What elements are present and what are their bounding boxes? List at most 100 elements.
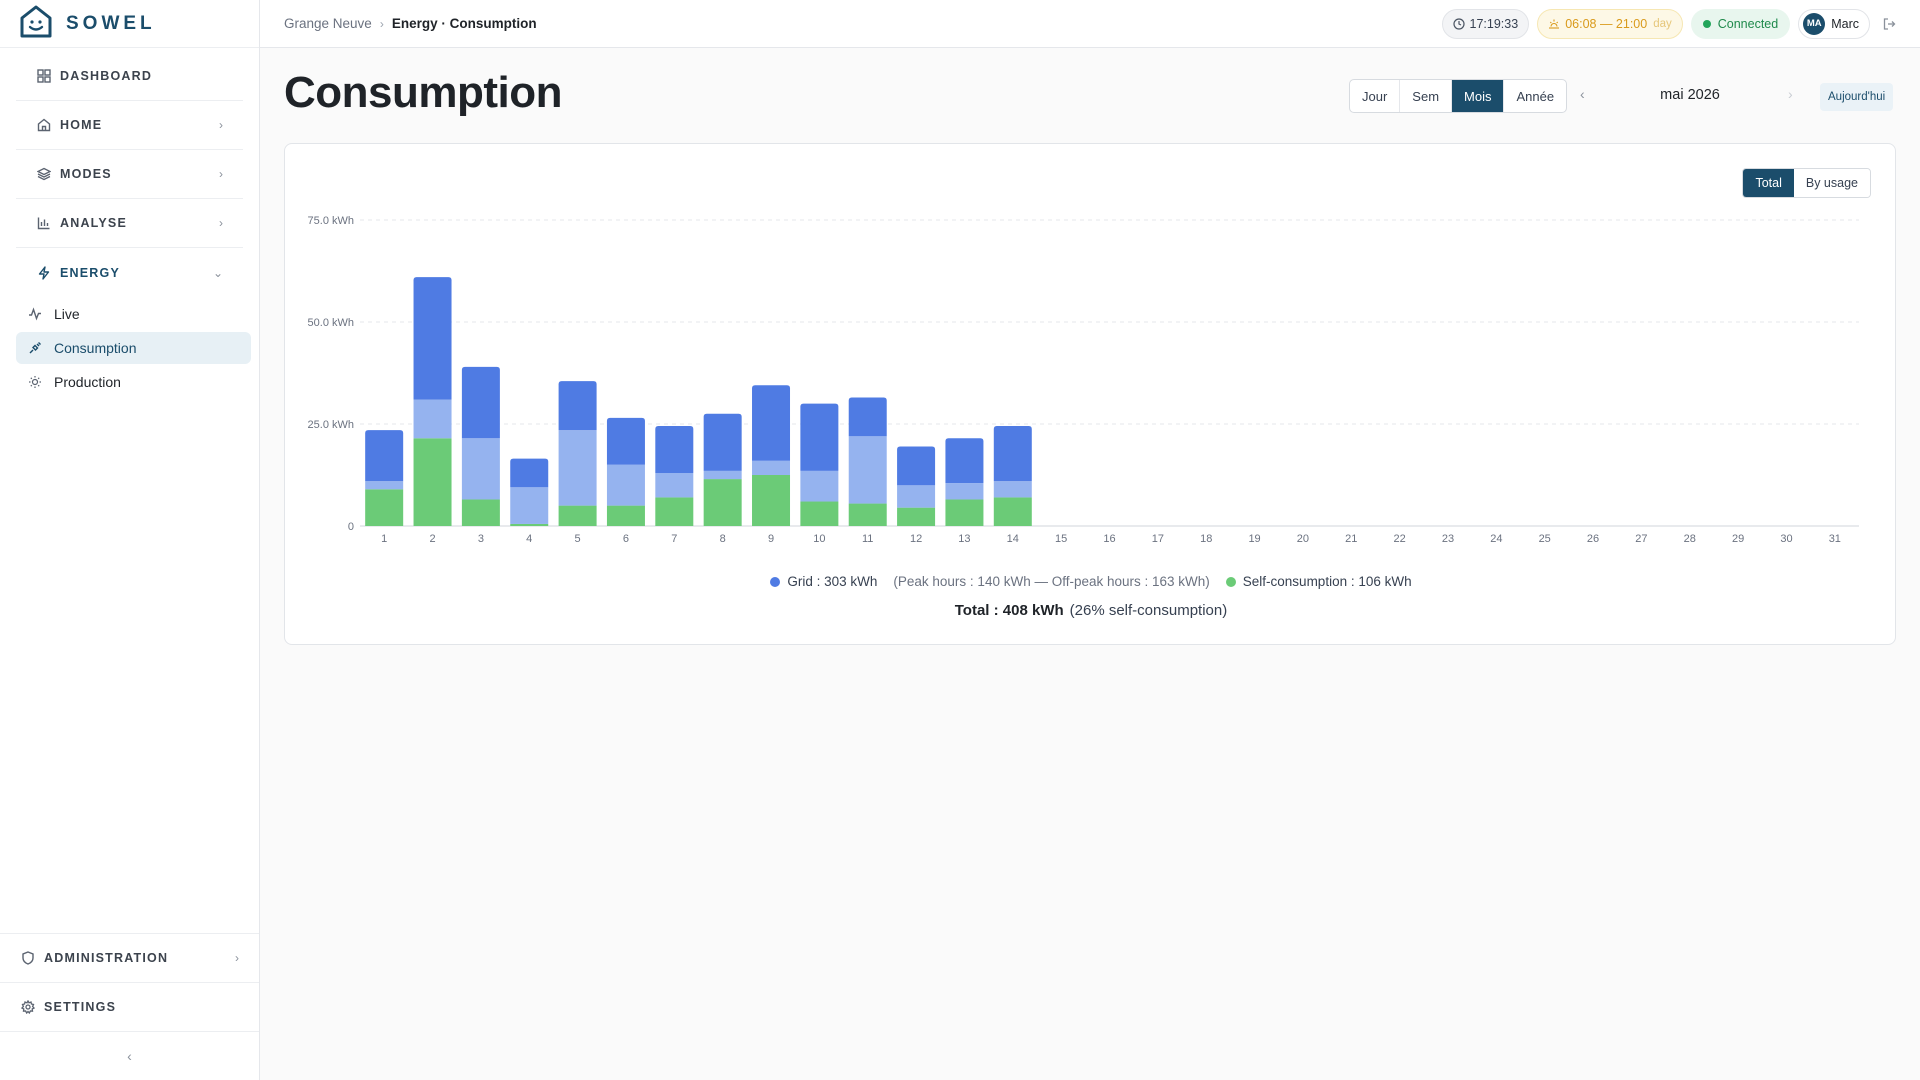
x-tick-label: 26 bbox=[1587, 533, 1599, 545]
sidebar-item-analyse[interactable]: ANALYSE › bbox=[16, 199, 243, 248]
sidebar-item-label: SETTINGS bbox=[44, 1000, 117, 1014]
x-tick-label: 16 bbox=[1103, 533, 1115, 545]
chevron-right-icon: › bbox=[235, 951, 239, 965]
topbar: Grange Neuve › Energy · Consumption 17:1… bbox=[260, 0, 1920, 48]
sunrise-icon bbox=[1548, 18, 1560, 30]
consumption-bar-chart: 025.0 kWh50.0 kWh75.0 kWh1 2 3 4 5 6 7 8 9 10 11 12… bbox=[308, 215, 1859, 545]
bar-segment-self-consumption bbox=[848, 503, 887, 526]
x-tick-label: 31 bbox=[1829, 533, 1841, 545]
bar-segment-self-consumption bbox=[945, 499, 984, 526]
bar-segment-peak bbox=[945, 438, 984, 484]
connection-status-badge: Connected bbox=[1690, 8, 1791, 39]
sun-icon bbox=[28, 375, 42, 389]
sidebar-item-dashboard[interactable]: DASHBOARD bbox=[16, 52, 243, 101]
bar-segment-offpeak bbox=[800, 470, 839, 502]
x-tick-label: 25 bbox=[1539, 533, 1551, 545]
bar-segment-self-consumption bbox=[897, 507, 936, 526]
sidebar-subitem-live[interactable]: Live bbox=[16, 298, 251, 330]
user-name: Marc bbox=[1831, 16, 1859, 31]
bar-segment-peak bbox=[897, 446, 936, 486]
sidebar-item-administration[interactable]: ADMINISTRATION › bbox=[0, 933, 259, 982]
total-summary: Total : 408 kWh (26% self-consumption) bbox=[285, 602, 1897, 619]
x-tick-label: 13 bbox=[958, 533, 970, 545]
sidebar-item-label: MODES bbox=[60, 167, 112, 181]
breadcrumb-current: Energy · Consumption bbox=[391, 16, 537, 31]
user-menu[interactable]: MA Marc bbox=[1798, 8, 1870, 39]
daylight-hours: 06:08 — 21:00 bbox=[1565, 16, 1648, 31]
bar-segment-offpeak bbox=[510, 487, 549, 524]
bar-segment-peak bbox=[655, 426, 694, 473]
sidebar-subitem-label: Production bbox=[54, 374, 121, 390]
gear-icon bbox=[20, 999, 36, 1015]
sidebar-subitem-consumption[interactable]: Consumption bbox=[16, 332, 251, 364]
x-tick-label: 30 bbox=[1780, 533, 1792, 545]
breadcrumb-separator-icon: › bbox=[379, 16, 384, 31]
legend-self-label: Self-consumption : 106 kWh bbox=[1242, 574, 1412, 589]
bar-segment-offpeak bbox=[655, 472, 694, 498]
connection-status: Connected bbox=[1717, 16, 1779, 31]
x-tick-label: 7 bbox=[671, 533, 677, 545]
x-tick-label: 3 bbox=[478, 533, 484, 545]
bar-segment-self-consumption bbox=[510, 523, 549, 526]
period-week-button[interactable]: Sem bbox=[1400, 80, 1453, 112]
sidebar-item-home[interactable]: HOME › bbox=[16, 101, 243, 150]
bar-segment-peak bbox=[800, 403, 839, 471]
chevron-right-icon: › bbox=[219, 118, 223, 132]
consumption-chart-card: Total By usage 0 25.0 kWh 50.0 kWh 75.0 kWh… bbox=[284, 143, 1896, 645]
bar-segment-self-consumption bbox=[606, 505, 645, 526]
sidebar-subitem-production[interactable]: Production bbox=[16, 366, 251, 398]
sidebar-item-modes[interactable]: MODES › bbox=[16, 150, 243, 199]
x-tick-label: 23 bbox=[1442, 533, 1454, 545]
bar-segment-peak bbox=[510, 458, 549, 488]
sidebar-item-label: DASHBOARD bbox=[60, 69, 153, 83]
x-tick-label: 4 bbox=[526, 533, 532, 545]
next-period-icon[interactable]: › bbox=[1788, 86, 1793, 102]
sidebar-item-settings[interactable]: SETTINGS bbox=[0, 982, 259, 1031]
period-year-button[interactable]: Année bbox=[1504, 80, 1566, 112]
period-day-button[interactable]: Jour bbox=[1350, 80, 1401, 112]
today-button[interactable]: Aujourd'hui bbox=[1820, 83, 1894, 111]
x-tick-label: 11 bbox=[862, 533, 873, 545]
legend-self-swatch bbox=[1225, 576, 1236, 587]
logout-icon[interactable] bbox=[1882, 17, 1896, 31]
x-tick-label: 28 bbox=[1684, 533, 1696, 545]
bar-segment-peak bbox=[752, 385, 791, 461]
grid-icon bbox=[36, 68, 52, 84]
bar-segment-offpeak bbox=[945, 483, 984, 500]
page-title: Consumption bbox=[284, 68, 563, 117]
bar-segment-peak bbox=[848, 397, 887, 437]
status-dot-icon bbox=[1702, 19, 1711, 28]
y-tick-label: 75.0 kWh bbox=[308, 215, 354, 227]
layers-icon bbox=[36, 166, 52, 182]
current-time: 17:19:33 bbox=[1469, 16, 1519, 31]
x-tick-label: 21 bbox=[1345, 533, 1357, 545]
x-tick-label: 18 bbox=[1200, 533, 1212, 545]
sidebar-item-label: HOME bbox=[60, 118, 103, 132]
bar-segment-peak bbox=[993, 426, 1032, 482]
x-tick-label: 14 bbox=[1007, 533, 1019, 545]
previous-period-icon[interactable]: ‹ bbox=[1580, 86, 1585, 102]
period-label: mai 2026 bbox=[1660, 87, 1720, 103]
y-tick-label: 25.0 kWh bbox=[308, 419, 354, 431]
chevron-right-icon: › bbox=[219, 167, 223, 181]
bar-segment-peak bbox=[413, 277, 452, 400]
collapse-sidebar-button[interactable]: ‹ bbox=[0, 1031, 259, 1080]
legend-grid-label: Grid : 303 kWh bbox=[787, 574, 878, 589]
bar-segment-offpeak bbox=[703, 470, 742, 480]
shield-icon bbox=[20, 950, 36, 966]
sidebar-item-energy[interactable]: ENERGY ⌄ bbox=[16, 248, 243, 297]
period-month-button[interactable]: Mois bbox=[1452, 80, 1505, 112]
bar-segment-self-consumption bbox=[365, 489, 404, 526]
sidebar-bottom: ADMINISTRATION › SETTINGS ‹ bbox=[0, 933, 259, 1080]
bar-segment-self-consumption bbox=[461, 499, 500, 526]
bolt-icon bbox=[36, 265, 52, 281]
breadcrumb-home[interactable]: Grange Neuve bbox=[284, 16, 372, 31]
x-tick-label: 1 bbox=[381, 533, 387, 545]
y-tick-label: 50.0 kWh bbox=[308, 317, 354, 329]
legend-grid-detail: (Peak hours : 140 kWh — Off-peak hours :… bbox=[893, 574, 1210, 589]
bar-segment-offpeak bbox=[413, 399, 452, 439]
x-tick-label: 12 bbox=[910, 533, 922, 545]
app-logo[interactable]: SOWEL bbox=[0, 0, 259, 48]
x-tick-label: 20 bbox=[1297, 533, 1309, 545]
topbar-status-area: 17:19:33 06:08 — 21:00 day Connected MA … bbox=[1441, 8, 1896, 39]
